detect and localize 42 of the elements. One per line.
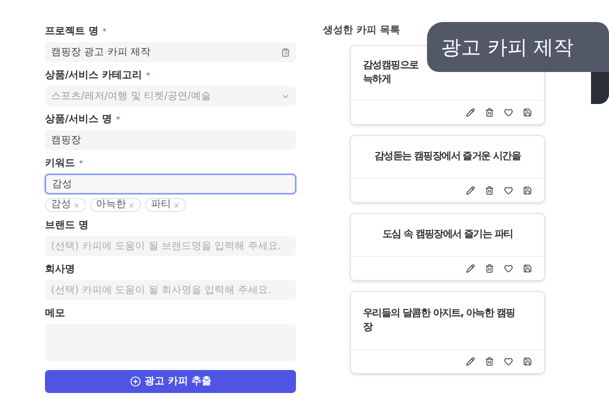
save-icon[interactable]: [523, 186, 532, 195]
input-field[interactable]: 감성: [45, 174, 296, 194]
copy-text: 감성캠핑으로 늑하게: [363, 59, 418, 87]
section-title: 생성한 카피 목록: [323, 25, 401, 37]
edit-icon[interactable]: [466, 357, 475, 366]
required-mark: *: [102, 27, 106, 37]
trash-icon[interactable]: [485, 108, 494, 117]
required-mark: *: [146, 71, 150, 81]
edit-icon[interactable]: [466, 264, 475, 273]
heart-icon[interactable]: [504, 264, 513, 273]
extract-copy-button[interactable]: 광고 카피 추출: [45, 370, 296, 393]
copy-text: 감성돋는 캠핑장에서 즐거운 시간을: [374, 150, 521, 164]
edit-icon[interactable]: [466, 186, 475, 195]
edit-icon[interactable]: [466, 108, 475, 117]
trash-icon[interactable]: [485, 186, 494, 195]
save-icon[interactable]: [523, 357, 532, 366]
heart-icon[interactable]: [504, 186, 513, 195]
field-label: 상품/서비스 카테고리: [45, 70, 142, 82]
field-label: 브랜드 명: [45, 220, 88, 232]
input-field[interactable]: 캠핑장: [45, 130, 296, 150]
field-label: 프로젝트 명: [45, 26, 98, 38]
field-label: 키워드: [45, 158, 75, 170]
field-label: 메모: [45, 308, 65, 320]
keyword-tag[interactable]: 아늑한: [90, 198, 141, 212]
required-mark: *: [116, 115, 120, 125]
field-label: 회사명: [45, 264, 75, 276]
keyword-tag[interactable]: 파티: [145, 198, 186, 212]
required-mark: *: [79, 159, 83, 169]
heart-icon[interactable]: [504, 108, 513, 117]
input-field[interactable]: 캠핑장 광고 카피 제작: [45, 42, 296, 62]
copy-text: 우리들의 달콤한 아지트, 아늑한 캠핑 장: [363, 306, 515, 334]
field-label: 상품/서비스 명: [45, 114, 112, 126]
clipboard-icon[interactable]: [281, 48, 290, 56]
save-icon[interactable]: [523, 108, 532, 117]
save-icon[interactable]: [523, 264, 532, 273]
plus-circle-icon: [130, 376, 141, 387]
trash-icon[interactable]: [485, 264, 494, 273]
copy-text: 도심 속 캠핑장에서 즐기는 파티: [382, 228, 513, 242]
heart-icon[interactable]: [504, 357, 513, 366]
keyword-tag[interactable]: 감성: [45, 198, 86, 212]
title-banner: 광고 카피 제작: [427, 22, 609, 72]
trash-icon[interactable]: [485, 357, 494, 366]
